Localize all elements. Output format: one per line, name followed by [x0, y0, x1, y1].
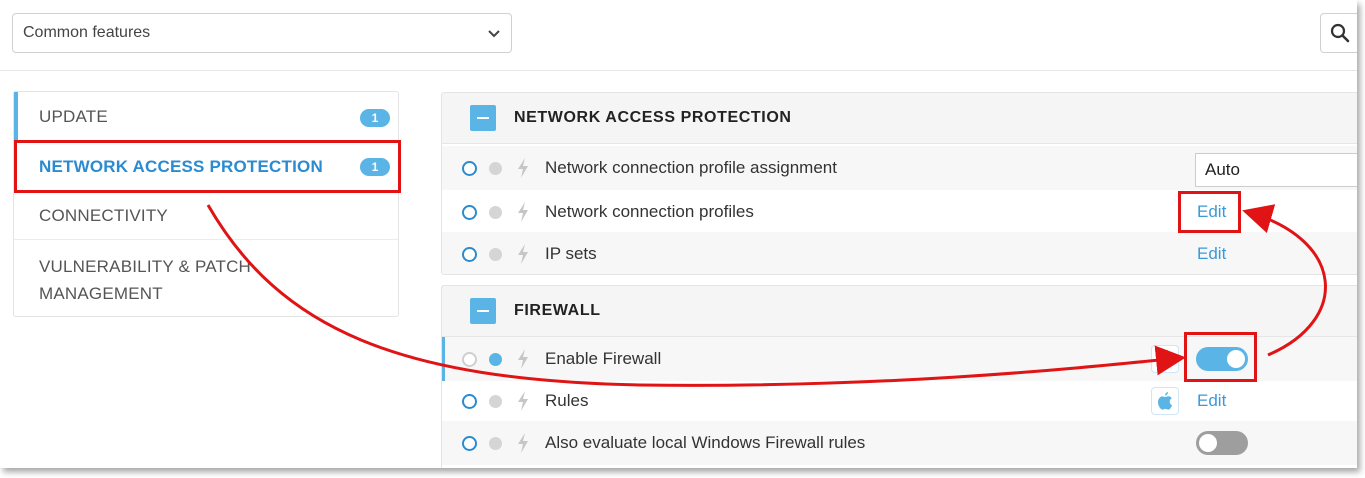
profile-assignment-select[interactable]: Auto: [1195, 153, 1357, 187]
apple-icon: [1151, 387, 1179, 415]
setting-label: IP sets: [545, 244, 597, 263]
apply-dot[interactable]: [489, 437, 502, 450]
sidebar-item-vulnerability-patch-management[interactable]: VULNERABILITY & PATCH MANAGEMENT: [14, 240, 398, 316]
section-title: FIREWALL: [514, 302, 601, 319]
setting-label: Enable Firewall: [545, 349, 662, 368]
setting-label: Rules: [545, 391, 589, 410]
apply-dot[interactable]: [489, 248, 502, 261]
apple-icon: [1151, 345, 1179, 373]
collapse-button[interactable]: [470, 298, 496, 324]
setting-label: Network connection profiles: [545, 202, 754, 221]
section-header: NETWORK ACCESS PROTECTION: [442, 93, 1357, 144]
section-header: FIREWALL: [442, 286, 1357, 337]
setting-label: Network connection profile assignment: [545, 158, 837, 177]
setting-row: Enable Firewall: [442, 337, 1357, 381]
edit-link[interactable]: Edit: [1197, 391, 1226, 411]
firewall-section: FIREWALL Enable Firewall Rules Edit Also…: [441, 285, 1357, 468]
feature-filter-value: Common features: [23, 24, 151, 41]
setting-row: Rules Edit: [442, 379, 1357, 423]
count-badge: 1: [360, 158, 390, 176]
row-accent: [442, 337, 445, 381]
inherit-radio[interactable]: [462, 436, 477, 451]
settings-sidebar: UPDATE 1 NETWORK ACCESS PROTECTION 1 CON…: [13, 91, 399, 317]
edit-link[interactable]: Edit: [1197, 244, 1226, 264]
inherit-radio[interactable]: [462, 247, 477, 262]
bolt-icon[interactable]: [517, 158, 529, 178]
setting-label: Also evaluate local Windows Firewall rul…: [545, 433, 866, 452]
section-title: NETWORK ACCESS PROTECTION: [514, 109, 792, 126]
chevron-down-icon: [488, 30, 500, 38]
bolt-icon[interactable]: [517, 202, 529, 222]
count-badge: 1: [360, 109, 390, 127]
setting-row: Network connection profile assignment Au…: [442, 146, 1357, 190]
apply-dot[interactable]: [489, 395, 502, 408]
inherit-radio[interactable]: [462, 161, 477, 176]
sidebar-item-update[interactable]: UPDATE 1: [14, 92, 398, 142]
apply-dot[interactable]: [489, 206, 502, 219]
setting-row: Network connection profiles Edit: [442, 190, 1357, 234]
inherit-radio[interactable]: [462, 394, 477, 409]
sidebar-item-label-line1: VULNERABILITY & PATCH: [39, 257, 252, 276]
sidebar-item-label: NETWORK ACCESS PROTECTION: [39, 157, 323, 176]
sidebar-item-connectivity[interactable]: CONNECTIVITY: [14, 191, 398, 240]
setting-row: IP sets Edit: [442, 232, 1357, 274]
network-access-protection-section: NETWORK ACCESS PROTECTION Network connec…: [441, 92, 1357, 275]
bolt-icon[interactable]: [517, 349, 529, 369]
sidebar-item-label-line2: MANAGEMENT: [39, 284, 163, 303]
sidebar-item-network-access-protection[interactable]: NETWORK ACCESS PROTECTION 1: [14, 142, 398, 191]
apply-dot[interactable]: [489, 162, 502, 175]
bolt-icon[interactable]: [517, 244, 529, 264]
inherit-radio[interactable]: [462, 205, 477, 220]
search-button[interactable]: [1320, 13, 1357, 53]
apply-dot[interactable]: [489, 353, 502, 366]
search-icon: [1330, 23, 1350, 43]
inherit-radio[interactable]: [462, 352, 477, 367]
top-bar: Common features: [0, 0, 1357, 71]
bolt-icon[interactable]: [517, 391, 529, 411]
bolt-icon[interactable]: [517, 433, 529, 453]
app-window: Common features UPDATE 1 NETWORK ACCESS …: [0, 0, 1357, 468]
sidebar-item-label: CONNECTIVITY: [39, 206, 168, 225]
setting-row: Also evaluate local Windows Firewall rul…: [442, 421, 1357, 465]
edit-link[interactable]: Edit: [1197, 202, 1226, 222]
collapse-button[interactable]: [470, 105, 496, 131]
local-firewall-rules-toggle[interactable]: [1196, 431, 1248, 455]
sidebar-item-label: UPDATE: [39, 107, 108, 126]
feature-filter-select[interactable]: Common features: [12, 13, 512, 53]
enable-firewall-toggle[interactable]: [1196, 347, 1248, 371]
